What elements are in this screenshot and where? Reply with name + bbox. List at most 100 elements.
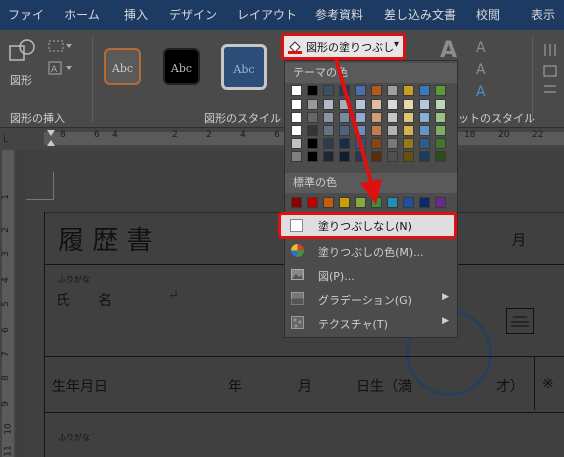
theme-color-swatch[interactable] <box>403 138 414 149</box>
theme-color-swatch[interactable] <box>291 151 302 162</box>
theme-color-swatch[interactable] <box>403 99 414 110</box>
color-wheel-icon <box>291 244 304 257</box>
submenu-arrow-icon: ▶ <box>442 292 449 302</box>
picture-icon <box>291 268 304 281</box>
group-label-shape-styles: 図形のスタイル <box>204 112 281 125</box>
ribbon-separator <box>92 36 93 122</box>
furigana-label: ふりがな <box>58 275 90 284</box>
note-mark: ※ <box>542 376 554 392</box>
picture-label: 図(P)... <box>318 270 355 283</box>
standard-color-swatch[interactable] <box>307 197 318 208</box>
tab-references[interactable]: 参考資料 <box>310 0 368 30</box>
theme-color-swatch[interactable] <box>291 85 302 96</box>
standard-color-swatch[interactable] <box>419 197 430 208</box>
theme-color-swatch[interactable] <box>403 85 414 96</box>
style-preset-blue[interactable]: Abc <box>221 44 267 90</box>
table-line <box>44 412 564 413</box>
tab-file[interactable]: ファイル <box>4 0 48 52</box>
theme-color-swatch[interactable] <box>419 151 430 162</box>
theme-color-swatch[interactable] <box>291 112 302 123</box>
theme-color-swatch[interactable] <box>435 85 446 96</box>
theme-color-swatch[interactable] <box>307 125 318 136</box>
no-fill-label: 塗りつぶしなし(N) <box>318 220 412 233</box>
texture-label: テクスチャ(T) <box>318 318 388 331</box>
menu-item-picture[interactable]: 図(P)... <box>285 263 457 286</box>
ruler-corner-icon[interactable]: L <box>3 134 13 145</box>
theme-color-swatch[interactable] <box>307 151 318 162</box>
submenu-arrow-icon: ▶ <box>442 316 449 326</box>
theme-color-swatch[interactable] <box>419 138 430 149</box>
theme-color-swatch[interactable] <box>419 99 430 110</box>
horizontal-ruler[interactable]: L 8 6 4 2 2 4 6 8 10 12 14 16 18 20 22 <box>0 128 564 150</box>
theme-color-swatch[interactable] <box>291 99 302 110</box>
texture-icon <box>291 316 304 329</box>
annotation-arrow <box>334 58 382 205</box>
theme-color-swatch[interactable] <box>435 112 446 123</box>
theme-color-swatch[interactable] <box>291 125 302 136</box>
menu-item-no-fill[interactable]: 塗りつぶしなし(N) <box>278 212 457 239</box>
shapes-button-label[interactable]: 図形 <box>10 72 32 88</box>
furigana-label-2: ふりがな <box>58 433 90 442</box>
theme-color-swatch[interactable] <box>435 99 446 110</box>
theme-color-swatch[interactable] <box>403 125 414 136</box>
ribbon-tab-bar: ファイル ホーム 挿入 デザイン レイアウト 参考資料 差し込み文書 校閲 表示 <box>0 0 564 52</box>
document-title: 履 歴 書 <box>58 226 153 256</box>
ruler-number: 18 <box>464 130 476 140</box>
theme-color-swatch[interactable] <box>435 125 446 136</box>
theme-color-swatch[interactable] <box>403 112 414 123</box>
gradient-label: グラデーション(G) <box>318 294 412 307</box>
theme-color-swatch[interactable] <box>403 151 414 162</box>
return-mark: ↵ <box>168 288 179 303</box>
tab-layout[interactable]: レイアウト <box>236 0 298 30</box>
tab-design[interactable]: デザイン <box>168 0 218 30</box>
text-effects-icon[interactable]: A <box>476 84 494 102</box>
menu-item-gradient[interactable]: グラデーション(G) ▶ <box>285 287 457 310</box>
text-fill-icon[interactable]: A <box>476 40 494 58</box>
group-label-wordart: ットのスタイル <box>458 112 535 125</box>
month-label-2: 月 <box>298 379 312 395</box>
theme-color-swatch[interactable] <box>291 138 302 149</box>
tab-mailings[interactable]: 差し込み文書 <box>382 0 458 30</box>
menu-item-texture[interactable]: テクスチャ(T) ▶ <box>285 311 457 334</box>
ruler-number: 7 <box>0 351 11 357</box>
gradient-icon <box>291 292 304 305</box>
style-preset-black[interactable]: Abc <box>163 48 200 85</box>
standard-color-swatch[interactable] <box>403 197 414 208</box>
edit-shape-icon[interactable] <box>46 38 74 54</box>
ruler-number: 22 <box>532 130 544 140</box>
table-divider <box>534 356 535 410</box>
text-outline-icon[interactable]: A <box>476 62 494 80</box>
theme-color-swatch[interactable] <box>419 125 430 136</box>
text-direction-icon[interactable] <box>542 40 558 100</box>
theme-color-swatch[interactable] <box>435 151 446 162</box>
theme-color-swatch[interactable] <box>307 138 318 149</box>
standard-color-swatch[interactable] <box>291 197 302 208</box>
tab-home[interactable]: ホーム <box>62 0 102 30</box>
style-preset-orange[interactable]: Abc <box>104 48 141 85</box>
theme-color-swatch[interactable] <box>435 138 446 149</box>
indent-marker-icon[interactable] <box>47 130 55 148</box>
theme-color-swatch[interactable] <box>307 112 318 123</box>
ruler-number: 4 <box>0 277 11 283</box>
theme-color-swatch[interactable] <box>307 99 318 110</box>
standard-color-swatch[interactable] <box>435 197 446 208</box>
birthdate-label: 生年月日 <box>52 379 108 395</box>
ruler-number: 3 <box>0 251 11 257</box>
shapes-icon[interactable] <box>8 38 38 64</box>
vertical-ruler[interactable]: 1 2 3 4 5 6 7 8 9 10 11 <box>0 150 16 457</box>
ruler-number: 2 <box>206 130 212 140</box>
menu-item-color-more[interactable]: 塗りつぶしの色(M)... <box>285 239 457 262</box>
ruler-number: 2 <box>0 227 11 233</box>
theme-color-swatch[interactable] <box>419 112 430 123</box>
no-fill-icon <box>290 219 303 232</box>
tab-view[interactable]: 表示 <box>524 0 562 30</box>
theme-color-swatch[interactable] <box>419 85 430 96</box>
text-box-icon[interactable]: A <box>46 60 74 76</box>
tab-insert[interactable]: 挿入 <box>118 0 154 30</box>
theme-color-swatch[interactable] <box>307 85 318 96</box>
month-label: 月 <box>512 233 526 249</box>
chevron-down-icon: ▾ <box>393 39 399 50</box>
ruler-number: 4 <box>240 130 246 140</box>
group-label-insert-shapes: 図形の挿入 <box>10 112 65 125</box>
tab-review[interactable]: 校閲 <box>470 0 506 30</box>
